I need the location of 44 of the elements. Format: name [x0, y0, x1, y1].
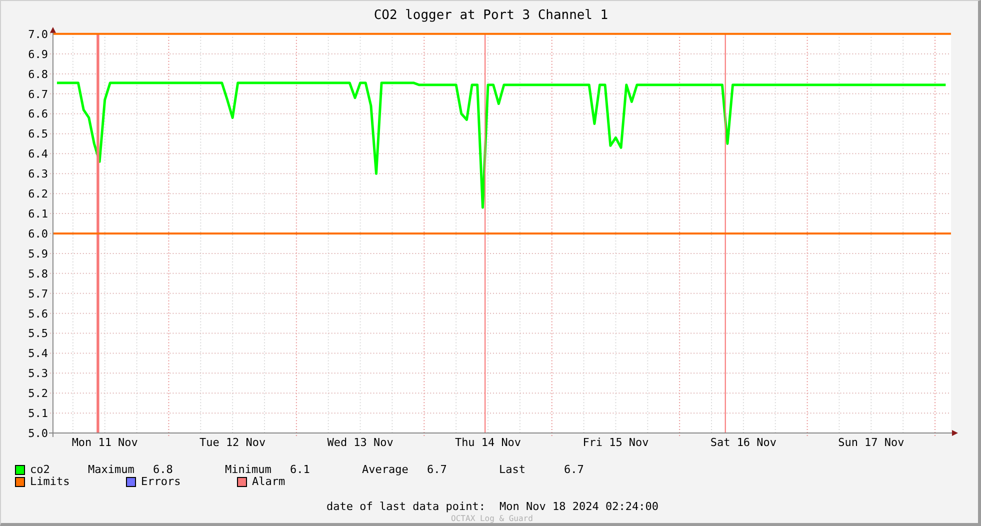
axis-label: 5.5 [28, 327, 48, 340]
stat-label: Average [362, 464, 410, 476]
legend-label: co2 [30, 464, 51, 476]
axis-label: Fri 15 Nov [582, 436, 649, 450]
axis-label: 6.8 [28, 68, 48, 81]
stat-value: 6.8 [153, 464, 174, 476]
stat-value: 6.7 [427, 464, 448, 476]
axis-label: 5.1 [28, 407, 48, 420]
axis-label: 5.9 [28, 247, 48, 260]
axis-label: 6.1 [28, 208, 48, 221]
axis-label: 6.2 [28, 188, 48, 201]
axis-label: 5.3 [28, 367, 48, 380]
axis-label: Thu 14 Nov [454, 436, 522, 450]
axis-label: 6.3 [28, 168, 48, 181]
stat-value: 6.7 [564, 464, 585, 476]
stat-label: Last [499, 464, 526, 476]
footer-value: Mon Nov 18 2024 02:24:00 [500, 500, 658, 514]
footer-label: date of last data point: [326, 500, 486, 514]
legend-label: Alarm [252, 476, 286, 488]
axis-label: 5.8 [28, 267, 48, 280]
axis-label: 5.0 [28, 427, 48, 440]
axis-label: Tue 12 Nov [200, 436, 266, 450]
axis-label: 5.7 [28, 287, 48, 300]
axis-label: 6.4 [28, 148, 48, 161]
axis-label: 7.0 [28, 28, 48, 41]
axis-label: Sat 16 Nov [710, 436, 776, 450]
legend-label: Errors [141, 476, 182, 488]
watermark-text: OCTAX Log & Guard [450, 514, 534, 523]
axis-label: 6.7 [28, 88, 48, 101]
chart-title: CO2 logger at Port 3 Channel 1 [374, 8, 608, 23]
axis-label: 6.9 [28, 48, 48, 61]
axis-label: 5.2 [28, 387, 48, 400]
axis-label: Sun 17 Nov [838, 436, 904, 450]
stat-value: 6.1 [290, 464, 311, 476]
stat-label: Maximum [88, 464, 136, 476]
axis-label: 6.6 [28, 108, 48, 121]
axis-label: 5.4 [28, 347, 48, 360]
axis-label: Wed 13 Nov [327, 436, 394, 450]
legend-label: Limits [30, 476, 71, 488]
axis-label: Mon 11 Nov [72, 436, 138, 450]
axis-label: 6.0 [28, 227, 48, 240]
stat-label: Minimum [225, 464, 272, 476]
axis-label: 5.6 [28, 307, 48, 320]
axis-label: 6.5 [28, 128, 48, 141]
